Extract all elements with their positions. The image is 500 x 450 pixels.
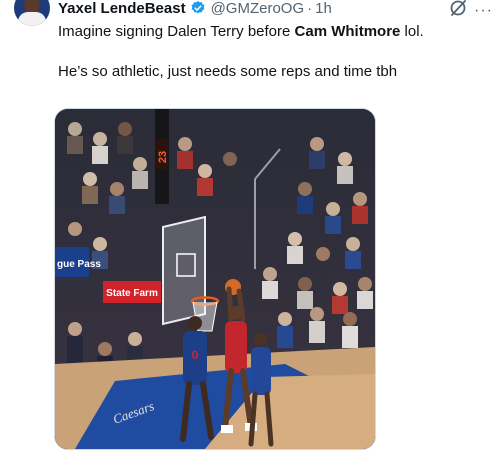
player-number: 0 (192, 348, 199, 362)
timestamp[interactable]: 1h (315, 0, 332, 17)
avatar[interactable] (14, 0, 50, 26)
tweet-line-1: Imagine signing Dalen Terry before Cam W… (58, 22, 488, 42)
tweet-text: Imagine signing Dalen Terry before Cam W… (58, 22, 488, 82)
author-name[interactable]: Yaxel LendeBeast (58, 0, 186, 17)
author-handle[interactable]: @GMZeroOG (211, 0, 305, 17)
separator-dot: · (307, 0, 313, 17)
tweet-text-after: lol. (400, 23, 424, 40)
tweet-header: Yaxel LendeBeast @GMZeroOG · 1h (58, 0, 332, 18)
tweet-line-2: He’s so athletic, just needs some reps a… (58, 63, 398, 80)
grok-icon[interactable] (448, 0, 468, 18)
tweet-bold-name: Cam Whitmore (294, 23, 401, 40)
verified-badge-icon (191, 1, 204, 14)
more-options-icon[interactable]: ··· (474, 2, 493, 20)
tweet-text-before: Imagine signing Dalen Terry before (58, 23, 295, 40)
basketball-photo: 23 gue Pass State Farm Caesars 0 (55, 109, 375, 449)
side-banner: gue Pass (57, 259, 101, 270)
svg-text:23: 23 (157, 151, 169, 163)
ad-banner: State Farm (106, 288, 158, 299)
tweet-media-image[interactable]: 23 gue Pass State Farm Caesars 0 (54, 108, 376, 450)
avatar-shirt (18, 12, 46, 26)
